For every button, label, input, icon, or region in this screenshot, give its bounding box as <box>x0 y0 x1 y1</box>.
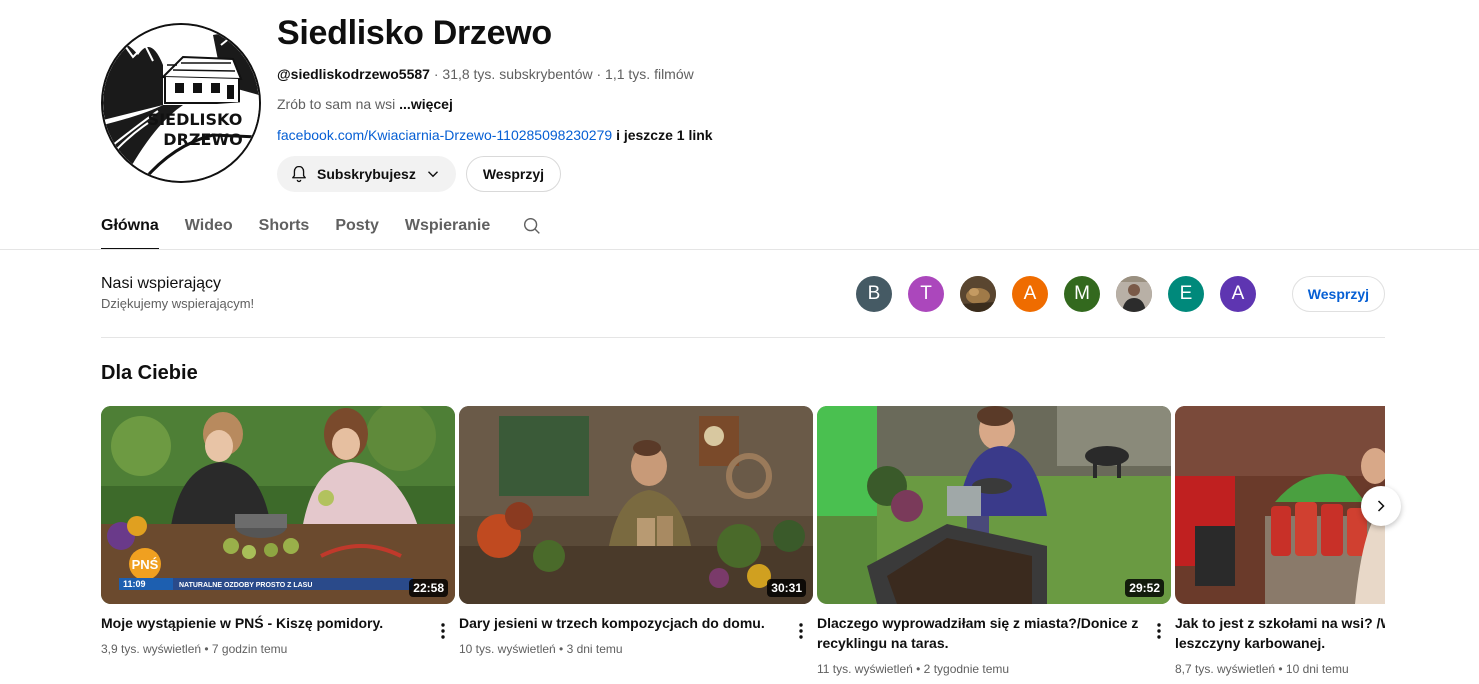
channel-info: Siedlisko Drzewo @siedliskodrzewo5587 · … <box>277 14 713 192</box>
more-vertical-icon <box>799 623 803 639</box>
video-card[interactable]: PNŚ 11:09 NATURALNE OZDOBY PROSTO Z LASU… <box>101 406 455 678</box>
supporter-photo-icon <box>1116 276 1152 312</box>
logo-text-bottom: DRZEWO <box>163 130 242 149</box>
video-details: Moje wystąpienie w PNŚ - Kiszę pomidory.… <box>101 613 455 658</box>
video-card[interactable]: 30:31 Dary jesieni w trzech kompozycjach… <box>459 406 813 678</box>
supporter-avatar[interactable]: E <box>1168 276 1204 312</box>
bell-icon <box>292 165 306 183</box>
supporters-support-button[interactable]: Wesprzyj <box>1291 276 1385 312</box>
channel-header: SIEDLISKO DRZEWO Siedlisko Drzewo @siedl… <box>101 14 1391 194</box>
more-vertical-icon <box>1157 623 1161 639</box>
video-title[interactable]: Moje wystąpienie w PNŚ - Kiszę pomidory. <box>101 613 431 633</box>
video-card[interactable]: 29:52 Dlaczego wyprowadziłam się z miast… <box>817 406 1171 678</box>
description-text: Zrób to sam na wsi <box>277 96 396 112</box>
video-meta: 3,9 tys. wyświetleń • 7 godzin temu <box>101 642 288 656</box>
supporters-section: Nasi wspierający Dziękujemy wspierającym… <box>101 274 1385 320</box>
facebook-link[interactable]: facebook.com/Kwiaciarnia-Drzewo-11028509… <box>277 127 612 143</box>
channel-description[interactable]: Zrób to sam na wsi ...więcej <box>277 94 713 114</box>
for-you-shelf: PNŚ 11:09 NATURALNE OZDOBY PROSTO Z LASU… <box>101 406 1385 684</box>
more-links[interactable]: i jeszcze 1 link <box>616 127 713 143</box>
chevron-down-icon <box>427 171 438 178</box>
channel-links: facebook.com/Kwiaciarnia-Drzewo-11028509… <box>277 125 713 145</box>
channel-meta: @siedliskodrzewo5587 · 31,8 tys. subskry… <box>277 64 713 84</box>
subscribed-button[interactable]: Subskrybujesz <box>277 156 456 192</box>
channel-logo-icon: SIEDLISKO DRZEWO <box>103 25 259 181</box>
video-details: Dary jesieni w trzech kompozycjach do do… <box>459 613 813 658</box>
video-meta: 8,7 tys. wyświetleń • 10 dni temu <box>1175 662 1349 676</box>
video-title[interactable]: Jak to jest z szkołami na wsi? /Wazon z … <box>1175 613 1385 653</box>
logo-text-top: SIEDLISKO <box>148 110 243 129</box>
video-duration: 30:31 <box>767 579 806 597</box>
supporter-avatar[interactable]: T <box>908 276 944 312</box>
tab-support[interactable]: Wspieranie <box>405 204 490 250</box>
video-title[interactable]: Dary jesieni w trzech kompozycjach do do… <box>459 613 789 633</box>
video-count: 1,1 tys. filmów <box>605 66 694 82</box>
channel-avatar[interactable]: SIEDLISKO DRZEWO <box>101 23 261 183</box>
supporters-avatars: B T A M E A <box>856 276 1256 312</box>
video-card[interactable]: Jak to jest z szkołami na wsi? /Wazon z … <box>1175 406 1385 678</box>
tabs-divider <box>0 249 1479 250</box>
supporter-avatar-photo[interactable] <box>1116 276 1152 312</box>
support-button[interactable]: Wesprzyj <box>465 156 562 192</box>
video-thumbnail[interactable]: PNŚ 11:09 NATURALNE OZDOBY PROSTO Z LASU… <box>101 406 455 604</box>
channel-actions: Subskrybujesz Wesprzyj <box>277 156 713 192</box>
video-meta: 11 tys. wyświetleń • 2 tygodnie temu <box>817 662 1010 676</box>
video-details: Jak to jest z szkołami na wsi? /Wazon z … <box>1175 613 1385 678</box>
tab-home[interactable]: Główna <box>101 204 159 250</box>
video-thumbnail[interactable] <box>1175 406 1385 604</box>
more-vertical-icon <box>441 623 445 639</box>
channel-name: Siedlisko Drzewo <box>277 14 552 52</box>
more-link[interactable]: ...więcej <box>399 96 453 112</box>
video-menu-button[interactable] <box>791 619 811 643</box>
tab-videos[interactable]: Wideo <box>185 204 233 250</box>
shelf-next-button[interactable] <box>1361 486 1401 526</box>
video-details: Dlaczego wyprowadziłam się z miasta?/Don… <box>817 613 1171 678</box>
tv-time-text: 11:09 <box>123 579 146 589</box>
chevron-right-icon <box>1377 500 1385 512</box>
video-thumbnail[interactable]: 30:31 <box>459 406 813 604</box>
video-menu-button[interactable] <box>433 619 453 643</box>
supporter-avatar[interactable]: A <box>1012 276 1048 312</box>
supporter-avatar[interactable]: M <box>1064 276 1100 312</box>
supporter-avatar[interactable]: B <box>856 276 892 312</box>
section-divider <box>101 337 1385 338</box>
supporter-photo-icon <box>960 276 996 312</box>
tab-posts[interactable]: Posty <box>335 204 379 250</box>
thumbnail-image <box>1175 406 1385 604</box>
tv-logo-text: PNŚ <box>132 557 159 572</box>
subscriber-count: 31,8 tys. subskrybentów <box>442 66 593 82</box>
video-title[interactable]: Dlaczego wyprowadziłam się z miasta?/Don… <box>817 613 1147 653</box>
channel-tabs: Główna Wideo Shorts Posty Wspieranie <box>101 204 552 250</box>
thumbnail-image <box>817 406 1171 604</box>
video-thumbnail[interactable]: 29:52 <box>817 406 1171 604</box>
thumbnail-image: PNŚ 11:09 NATURALNE OZDOBY PROSTO Z LASU <box>101 406 455 604</box>
meta-separator: · <box>596 66 602 82</box>
subscribed-label: Subskrybujesz <box>317 166 416 182</box>
thumbnail-image <box>459 406 813 604</box>
tab-shorts[interactable]: Shorts <box>259 204 310 250</box>
tv-ticker-text: NATURALNE OZDOBY PROSTO Z LASU <box>179 582 312 589</box>
supporter-avatar[interactable]: A <box>1220 276 1256 312</box>
video-meta: 10 tys. wyświetleń • 3 dni temu <box>459 642 623 656</box>
meta-separator: · <box>433 66 439 82</box>
video-menu-button[interactable] <box>1149 619 1169 643</box>
video-duration: 29:52 <box>1125 579 1164 597</box>
tab-search-button[interactable] <box>512 204 552 248</box>
video-duration: 22:58 <box>409 579 448 597</box>
for-you-title: Dla Ciebie <box>101 362 198 384</box>
channel-handle: @siedliskodrzewo5587 <box>277 66 430 82</box>
supporter-avatar-photo[interactable] <box>960 276 996 312</box>
search-icon <box>524 217 541 234</box>
